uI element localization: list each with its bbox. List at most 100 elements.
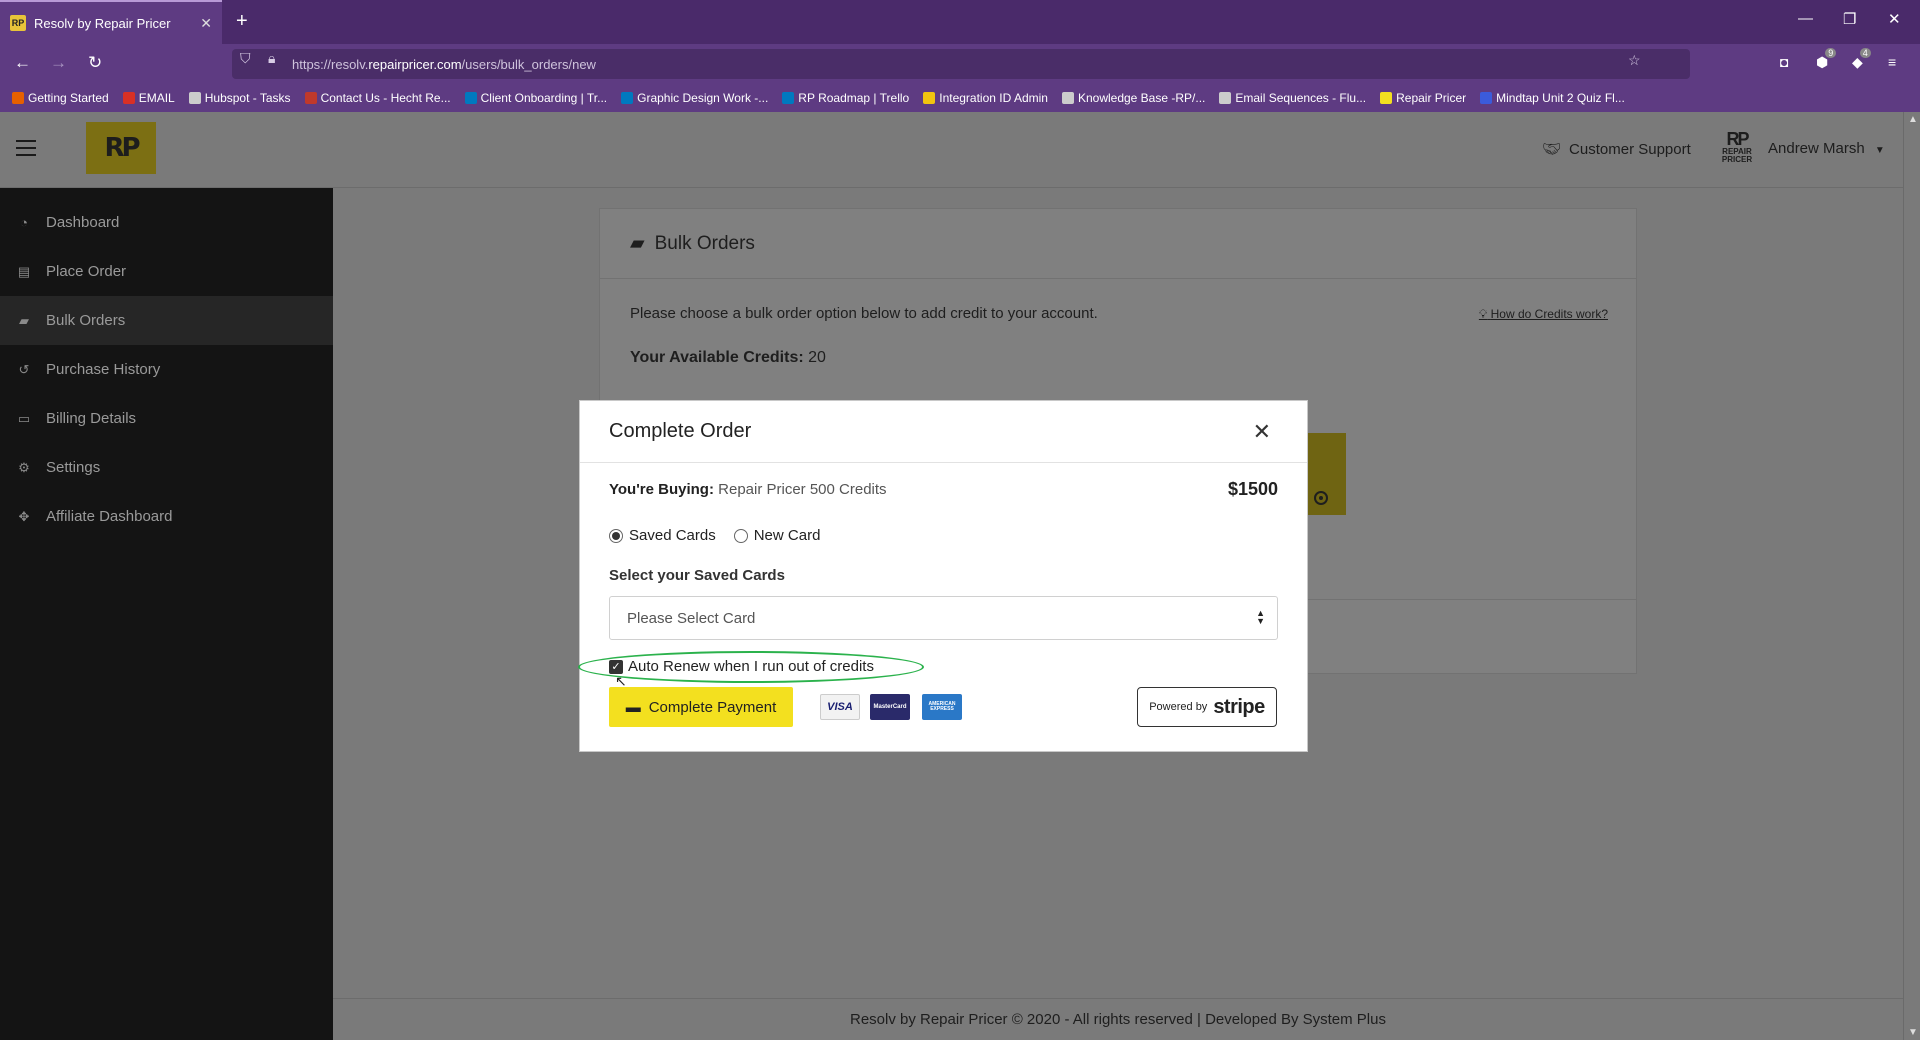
bookmark-label: Integration ID Admin (939, 91, 1048, 105)
new-tab-icon[interactable]: + (236, 10, 248, 33)
browser-nav-bar: ← → ↻ https://resolv. repairpricer.com/us… (0, 44, 1920, 84)
bookmark-label: RP Roadmap | Trello (798, 91, 910, 105)
bookmarks-bar: Getting Started EMAIL Hubspot - Tasks Conta… (0, 84, 1920, 112)
bookmark-favicon-icon (621, 92, 634, 104)
hamburger-menu-icon[interactable] (16, 140, 36, 156)
bookmark-item[interactable]: RP Roadmap | Trello (782, 91, 909, 105)
sidebar-item-place-order[interactable]: ▤ Place Order (0, 247, 333, 296)
buying-line: You're Buying: Repair Pricer 500 Credits (609, 481, 887, 498)
boxes-icon: ▰ (19, 312, 29, 328)
menu-icon[interactable]: ≡ (1888, 54, 1896, 70)
bookmark-star-icon[interactable]: ☆ (1628, 52, 1641, 69)
sidebar-item-label: Dashboard (46, 214, 120, 231)
customer-support-link[interactable]: 🤝︎ Customer Support (1542, 140, 1691, 159)
bookmark-item[interactable]: Repair Pricer (1380, 91, 1466, 105)
saved-cards-label: Saved Cards (629, 527, 716, 544)
bookmark-item[interactable]: Getting Started (12, 91, 109, 105)
sidebar-item-bulk-orders[interactable]: ▰ Bulk Orders (0, 296, 333, 345)
user-menu[interactable]: Andrew Marsh ▼ (1768, 140, 1885, 157)
tile-radio[interactable] (1314, 491, 1328, 505)
back-icon[interactable]: ← (14, 53, 31, 73)
tab-close-icon[interactable]: ✕ (200, 15, 212, 32)
bookmark-item[interactable]: Email Sequences - Flu... (1219, 91, 1366, 105)
auto-renew-label: Auto Renew when I run out of credits (628, 658, 874, 675)
sidebar-item-label: Purchase History (46, 361, 161, 378)
new-card-label: New Card (753, 527, 821, 544)
extension-ublock-icon[interactable]: ⬢ 9 (1816, 48, 1837, 71)
bookmark-item[interactable]: Hubspot - Tasks (188, 91, 291, 105)
scroll-up-icon[interactable]: ▲ (1908, 114, 1918, 125)
url-prefix: https://resolv. (292, 56, 369, 72)
radio-button[interactable] (733, 528, 748, 543)
buying-label: You're Buying: (609, 481, 714, 498)
url-host: repairpricer.com (368, 56, 462, 72)
bookmark-item[interactable]: EMAIL (122, 91, 175, 105)
sidebar-item-dashboard[interactable]: ◔ Dashboard (0, 198, 333, 247)
amex-logo: AMERICAN EXPRESS (922, 694, 962, 720)
clipboard-icon: ▤ (17, 263, 31, 279)
url-bar[interactable]: https://resolv. repairpricer.com/users/bu… (232, 49, 1690, 79)
browser-tab[interactable]: RP Resolv by Repair Pricer ✕ (0, 0, 222, 44)
reload-icon[interactable]: ↻ (88, 53, 102, 73)
bookmark-favicon-icon (464, 92, 477, 104)
page-title: Bulk Orders (654, 232, 755, 254)
bookmark-favicon-icon (923, 92, 936, 104)
lock-icon[interactable]: 🔒︎ (268, 50, 275, 67)
scroll-down-icon[interactable]: ▼ (1908, 1027, 1918, 1038)
panel-header: ▰ Bulk Orders (600, 209, 1636, 279)
sidebar: ◔ Dashboard ▤ Place Order ▰ Bulk Orders ↺ Purch… (0, 188, 333, 1040)
complete-payment-label: Complete Payment (648, 698, 777, 716)
restore-icon[interactable]: ❐ (1843, 10, 1856, 28)
extension-icon[interactable]: ◆ 4 (1852, 48, 1871, 71)
bookmark-item[interactable]: Knowledge Base -RP/... (1061, 91, 1206, 105)
modal-title: Complete Order (580, 401, 1307, 463)
powered-by-label: Powered by (1149, 701, 1208, 713)
sidebar-item-purchase-history[interactable]: ↺ Purchase History (0, 345, 333, 394)
forward-icon[interactable]: → (50, 53, 67, 73)
shield-icon[interactable]: ⛉ (240, 50, 251, 67)
logo[interactable]: RP (86, 122, 156, 174)
bookmark-item[interactable]: Graphic Design Work -... (621, 91, 768, 105)
close-window-icon[interactable]: ✕ (1888, 10, 1901, 28)
radio-button[interactable] (609, 528, 623, 543)
extension-badge: 9 (1825, 48, 1837, 58)
bookmark-favicon-icon (782, 92, 795, 104)
complete-order-modal: Complete Order ✕ You're Buying: Repair P… (578, 400, 1308, 752)
close-icon[interactable]: ✕ (1253, 419, 1271, 445)
sidebar-item-billing-details[interactable]: ▭ Billing Details (0, 394, 333, 443)
new-card-radio[interactable]: New Card (733, 527, 821, 544)
pocket-icon[interactable]: ◘ (1780, 54, 1788, 70)
saved-card-select[interactable]: Please Select Card ▲ ▼ (609, 596, 1278, 640)
auto-renew-checkbox-row[interactable]: ✓ Auto Renew when I run out of credits (609, 658, 874, 675)
how-credits-work-link[interactable]: 💡︎ How do Credits work? (1479, 307, 1608, 322)
bookmark-item[interactable]: Client Onboarding | Tr... (464, 91, 608, 105)
handshake-icon: 🤝︎ (1542, 141, 1562, 158)
complete-payment-button[interactable]: ▬ Complete Payment (609, 687, 793, 727)
visa-logo: VISA (820, 694, 860, 720)
sidebar-item-label: Billing Details (46, 410, 137, 427)
sidebar-item-settings[interactable]: ⚙ Settings (0, 443, 333, 492)
bookmark-item[interactable]: Integration ID Admin (923, 91, 1048, 105)
payment-method-radios: Saved Cards New Card (609, 527, 820, 544)
sidebar-item-affiliate-dashboard[interactable]: ✥ Affiliate Dashboard (0, 492, 333, 541)
bookmark-favicon-icon (304, 92, 317, 104)
page-scrollbar[interactable]: ▲ ▼ (1903, 112, 1920, 1040)
tab-title: Resolv by Repair Pricer (34, 15, 171, 31)
bookmark-favicon-icon (188, 92, 201, 104)
saved-cards-radio[interactable]: Saved Cards (609, 527, 716, 544)
minimize-icon[interactable]: — (1798, 10, 1813, 27)
boxes-icon: ▰ (630, 233, 645, 254)
bookmark-item[interactable]: Mindtap Unit 2 Quiz Fl... (1480, 91, 1625, 105)
bookmark-favicon-icon (1219, 92, 1232, 104)
bookmark-favicon-icon (122, 92, 135, 104)
stripe-logo: stripe (1213, 695, 1265, 718)
sidebar-item-label: Affiliate Dashboard (46, 508, 173, 525)
bookmark-label: Knowledge Base -RP/... (1077, 91, 1206, 105)
powered-by-stripe-badge[interactable]: Powered by stripe (1137, 687, 1277, 727)
bookmark-item[interactable]: Contact Us - Hecht Re... (304, 91, 451, 105)
bookmark-label: Client Onboarding | Tr... (480, 91, 608, 105)
available-credits: Your Available Credits: 20 (630, 349, 826, 367)
bookmark-label: EMAIL (138, 91, 175, 105)
dashboard-icon: ◔ (20, 215, 28, 230)
auto-renew-checkbox[interactable]: ✓ (609, 659, 623, 674)
